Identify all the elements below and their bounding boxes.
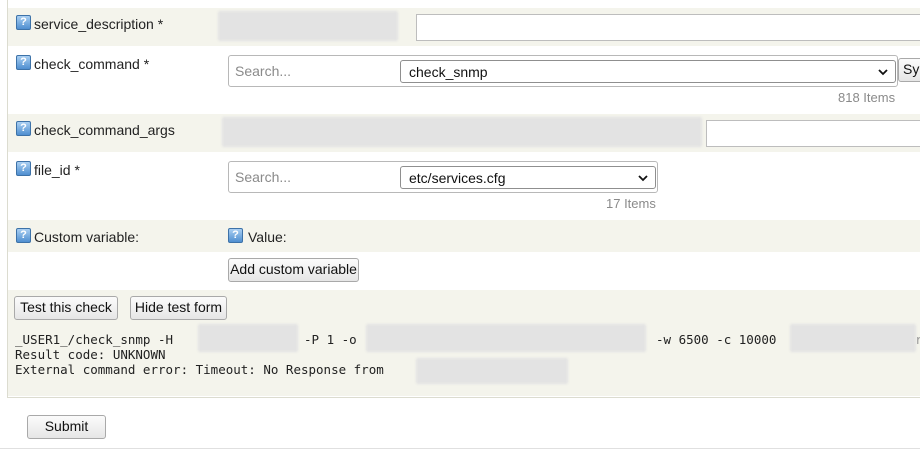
- check-command-args-input[interactable]: [706, 120, 920, 147]
- submit-button[interactable]: Submit: [27, 415, 106, 439]
- check-command-args-label: check_command_args: [34, 122, 175, 138]
- question-icon[interactable]: ?: [228, 228, 243, 243]
- check-command-search[interactable]: Search...: [235, 63, 291, 79]
- redacted-args: [790, 324, 916, 352]
- hide-test-form-button[interactable]: Hide test form: [130, 296, 227, 320]
- custom-value-label: Value:: [248, 229, 287, 245]
- question-icon[interactable]: ?: [16, 228, 31, 243]
- service-description-label: service_description *: [34, 16, 164, 32]
- check-command-label: check_command *: [34, 56, 150, 72]
- row-service-description: ? service_description *: [8, 8, 920, 46]
- divider: [0, 448, 920, 449]
- row-add-custom-variable: Add custom variable: [8, 252, 920, 290]
- check-command-value: check_snmp: [409, 64, 488, 80]
- output-command-part2: -P 1 -o: [304, 332, 357, 347]
- row-custom-variable: ? Custom variable: ? Value:: [8, 220, 920, 252]
- check-command-dropdown[interactable]: check_snmp: [400, 60, 896, 83]
- add-custom-variable-button[interactable]: Add custom variable: [228, 258, 359, 282]
- redacted-oid: [366, 324, 646, 352]
- output-command-part4: r: [915, 332, 920, 347]
- redacted-address: [416, 358, 568, 384]
- redacted-value: [218, 11, 398, 41]
- row-check-command: ? check_command * Search... check_snmp S…: [8, 46, 920, 114]
- syntax-button[interactable]: Sy: [898, 58, 920, 82]
- question-icon[interactable]: ?: [16, 15, 31, 30]
- chevron-down-icon: [878, 69, 888, 76]
- file-id-dropdown[interactable]: etc/services.cfg: [400, 166, 656, 189]
- row-check-command-args: ? check_command_args: [8, 114, 920, 152]
- file-id-label: file_id *: [34, 162, 80, 178]
- test-area: Test this check Hide test form _USER1_/c…: [8, 290, 920, 396]
- test-check-button[interactable]: Test this check: [14, 296, 118, 320]
- output-error: External command error: Timeout: No Resp…: [15, 362, 384, 377]
- question-icon[interactable]: ?: [16, 55, 31, 70]
- output-result-code: Result code: UNKNOWN: [15, 347, 166, 362]
- custom-variable-label: Custom variable:: [34, 229, 140, 245]
- redacted-value: [222, 117, 702, 147]
- file-id-value: etc/services.cfg: [409, 170, 506, 186]
- question-icon[interactable]: ?: [16, 161, 31, 176]
- output-command-part1: _USER1_/check_snmp -H: [15, 332, 174, 347]
- service-description-input[interactable]: [416, 14, 920, 41]
- file-id-count: 17 Items: [606, 196, 656, 211]
- file-id-select: Search... etc/services.cfg: [228, 161, 658, 193]
- check-command-count: 818 Items: [838, 90, 896, 105]
- file-id-search[interactable]: Search...: [235, 169, 291, 185]
- check-command-select: Search... check_snmp: [228, 55, 898, 87]
- row-file-id: ? file_id * Search... etc/services.cfg 1…: [8, 152, 920, 220]
- question-icon[interactable]: ?: [16, 121, 31, 136]
- output-command-part3: -w 6500 -c 10000: [656, 332, 777, 347]
- redacted-host: [198, 324, 298, 352]
- chevron-down-icon: [638, 175, 648, 182]
